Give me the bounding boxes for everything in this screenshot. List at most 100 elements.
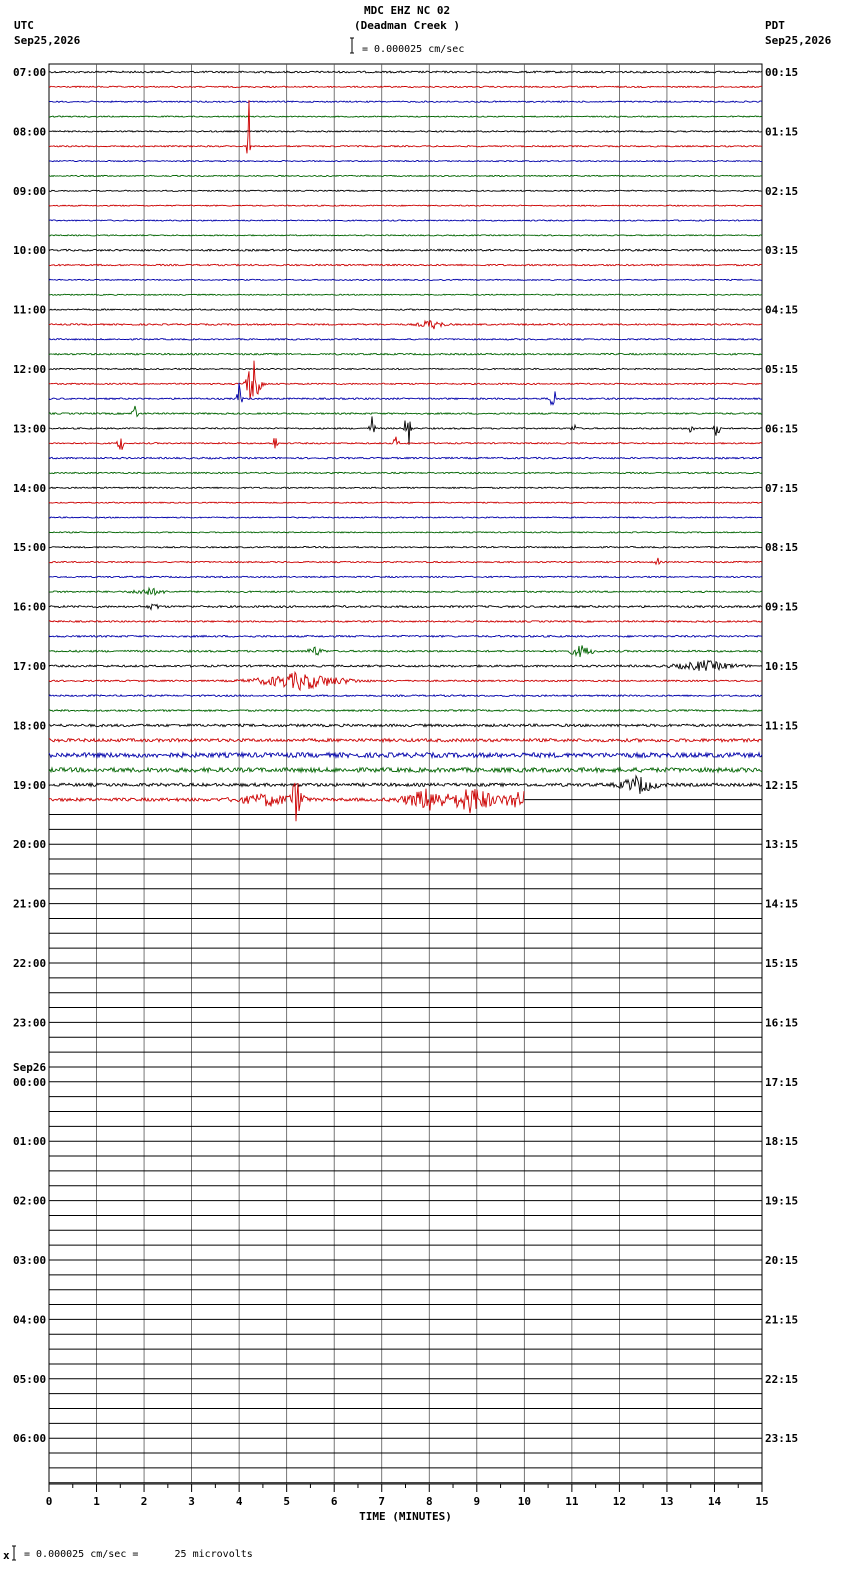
trace-row-20 <box>48 367 763 371</box>
x-tick-label: 2 <box>141 1495 148 1508</box>
trace-row-23 <box>48 405 763 418</box>
pdt-hour-label: 04:15 <box>765 304 798 317</box>
utc-hour-label: 18:00 <box>13 719 46 732</box>
utc-hour-label: 05:00 <box>13 1373 46 1386</box>
next-day-label: Sep26 <box>13 1061 46 1074</box>
utc-hour-label: 19:00 <box>13 779 46 792</box>
pdt-hour-label: 23:15 <box>765 1432 798 1445</box>
x-tick-label: 12 <box>613 1495 626 1508</box>
x-axis-label: TIME (MINUTES) <box>359 1510 452 1523</box>
utc-hour-label: 02:00 <box>13 1195 46 1208</box>
trace-row-35 <box>48 586 763 597</box>
pdt-hour-label: 03:15 <box>765 244 798 257</box>
trace-row-30 <box>48 516 763 519</box>
trace-row-6 <box>48 159 763 163</box>
utc-hour-label: 12:00 <box>13 363 46 376</box>
utc-hour-label: 21:00 <box>13 898 46 911</box>
utc-hour-label: 04:00 <box>13 1313 46 1326</box>
trace-row-26 <box>48 456 763 460</box>
trace-row-11 <box>48 234 763 237</box>
pdt-hour-label: 16:15 <box>765 1016 798 1029</box>
x-tick-label: 9 <box>473 1495 480 1508</box>
trace-row-24 <box>48 416 763 445</box>
trace-row-38 <box>48 634 763 639</box>
utc-hour-label: 16:00 <box>13 601 46 614</box>
trace-row-41 <box>48 670 763 692</box>
trace-row-37 <box>48 619 763 623</box>
pdt-hour-label: 07:15 <box>765 482 798 495</box>
trace-row-10 <box>48 219 763 222</box>
utc-hour-label: 09:00 <box>13 185 46 198</box>
trace-row-39 <box>48 645 763 658</box>
utc-hour-label: 15:00 <box>13 541 46 554</box>
trace-row-25 <box>48 436 763 450</box>
trace-row-16 <box>49 308 763 312</box>
pdt-hour-label: 21:15 <box>765 1313 798 1326</box>
pdt-hour-label: 05:15 <box>765 363 798 376</box>
x-tick-label: 14 <box>708 1495 722 1508</box>
trace-row-31 <box>48 531 763 534</box>
seismogram-chart: x 07:00 08:00 09:00 10:00 11:00 12:00 13:00 14:… <box>3 37 798 1562</box>
x-tick-label: 6 <box>331 1495 338 1508</box>
trace-row-42 <box>48 694 763 698</box>
trace-row-45 <box>48 737 763 744</box>
pdt-hour-label: 22:15 <box>765 1373 798 1386</box>
pdt-hour-label: 15:15 <box>765 957 798 970</box>
pdt-hour-label: 13:15 <box>765 838 798 851</box>
utc-hour-label: 13:00 <box>13 422 46 435</box>
utc-hour-label: 06:00 <box>13 1432 46 1445</box>
trace-row-7 <box>48 174 763 178</box>
x-tick-label: 8 <box>426 1495 433 1508</box>
trace-row-14 <box>48 278 762 282</box>
pdt-hour-label: 17:15 <box>765 1076 798 1089</box>
utc-hour-label: 20:00 <box>13 838 46 851</box>
trace-row-0 <box>48 70 763 74</box>
trace-row-48 <box>48 774 763 794</box>
utc-hour-label: 14:00 <box>13 482 46 495</box>
trace-row-8 <box>48 189 763 193</box>
trace-row-44 <box>49 723 763 728</box>
footer-mark: x <box>3 1549 10 1562</box>
trace-row-34 <box>48 575 763 579</box>
trace-row-12 <box>48 248 763 252</box>
trace-row-17 <box>48 319 763 330</box>
trace-row-5 <box>48 100 763 154</box>
trace-row-46 <box>48 750 763 760</box>
trace-row-33 <box>48 557 763 566</box>
pdt-hour-label: 19:15 <box>765 1195 798 1208</box>
footer-scale-bar-icon <box>12 1545 16 1561</box>
x-tick-label: 1 <box>93 1495 100 1508</box>
trace-row-13 <box>48 263 763 267</box>
trace-row-19 <box>48 352 763 356</box>
trace-row-36 <box>48 603 763 611</box>
trace-row-21 <box>48 360 763 400</box>
pdt-hour-label: 20:15 <box>765 1254 798 1267</box>
trace-row-40 <box>48 659 763 672</box>
utc-hour-label: 11:00 <box>13 304 46 317</box>
pdt-hour-label: 18:15 <box>765 1135 798 1148</box>
x-tick-label: 11 <box>565 1495 579 1508</box>
pdt-hour-label: 11:15 <box>765 719 798 732</box>
trace-row-32 <box>48 545 763 549</box>
trace-row-4 <box>48 130 763 133</box>
scale-bar-icon <box>350 37 354 54</box>
utc-hour-label: 22:00 <box>13 957 46 970</box>
x-tick-label: 13 <box>660 1495 673 1508</box>
trace-row-3 <box>48 115 763 118</box>
utc-hour-label: 01:00 <box>13 1135 46 1148</box>
pdt-hour-label: 00:15 <box>765 66 798 79</box>
trace-row-2 <box>48 100 763 104</box>
trace-row-47 <box>48 766 763 774</box>
utc-hour-label: 00:00 <box>13 1076 46 1089</box>
plot-frame <box>48 63 763 1485</box>
pdt-hour-label: 06:15 <box>765 422 798 435</box>
utc-hour-label: 08:00 <box>13 125 46 138</box>
pdt-hour-label: 12:15 <box>765 779 798 792</box>
pdt-hour-label: 08:15 <box>765 541 798 554</box>
pdt-hour-label: 10:15 <box>765 660 798 673</box>
pdt-hour-label: 09:15 <box>765 601 798 614</box>
trace-row-1 <box>48 85 763 89</box>
utc-hour-label: 17:00 <box>13 660 46 673</box>
x-tick-label: 5 <box>283 1495 290 1508</box>
pdt-hour-label: 14:15 <box>765 898 798 911</box>
